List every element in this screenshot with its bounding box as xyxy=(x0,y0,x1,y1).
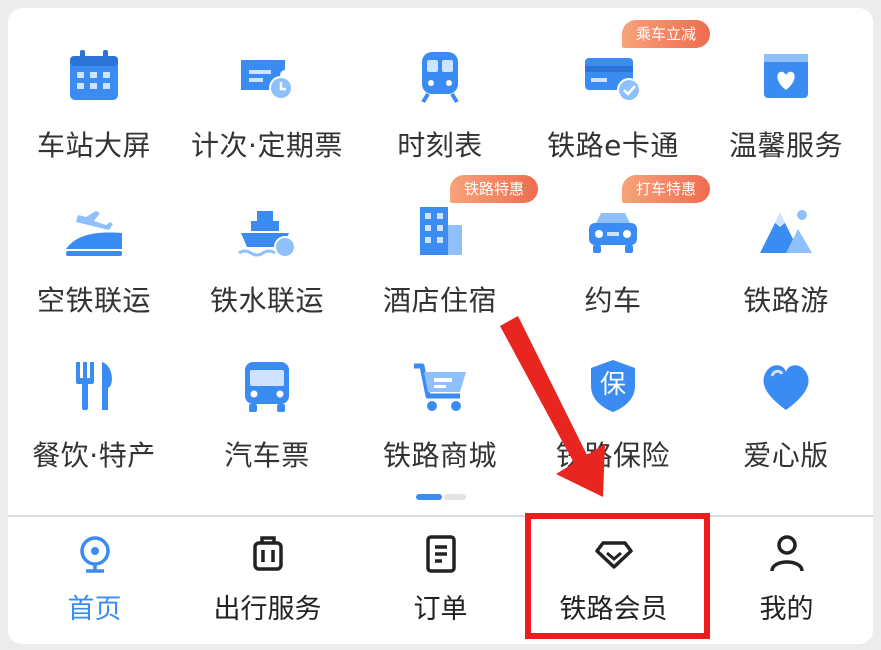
service-label: 计次·定期票 xyxy=(191,129,343,162)
service-warm-service[interactable]: 温馨服务 xyxy=(700,8,872,162)
page-dot xyxy=(444,494,466,500)
rail-card-icon xyxy=(581,46,645,106)
service-label: 铁路保险 xyxy=(555,439,670,472)
service-pass-ticket[interactable]: 计次·定期票 xyxy=(181,8,353,162)
service-label: 铁路商城 xyxy=(382,439,497,472)
tab-travel-services[interactable]: 出行服务 xyxy=(181,517,354,644)
tab-orders[interactable]: 订单 xyxy=(354,517,527,644)
service-timetable[interactable]: 时刻表 xyxy=(354,8,526,162)
service-label: 铁水联运 xyxy=(209,284,324,317)
service-label: 铁路游 xyxy=(743,284,829,317)
bus-icon xyxy=(235,356,299,416)
train-front-icon xyxy=(408,46,472,106)
tab-mine[interactable]: 我的 xyxy=(700,517,873,644)
order-doc-icon xyxy=(425,535,456,573)
ship-icon xyxy=(235,201,299,261)
promo-badge: 乘车立减 xyxy=(622,20,711,48)
diamond-icon xyxy=(594,541,633,569)
service-food-specialty[interactable]: 餐饮·特产 xyxy=(8,318,180,472)
service-label: 汽车票 xyxy=(224,439,310,472)
page-indicator xyxy=(416,494,468,500)
tab-label: 订单 xyxy=(413,594,468,625)
hotel-building-icon xyxy=(408,201,472,261)
tab-label: 铁路会员 xyxy=(559,594,668,625)
ticket-clock-icon xyxy=(235,46,299,106)
service-care-mode[interactable]: 爱心版 xyxy=(700,318,872,472)
service-label: 酒店住宿 xyxy=(382,284,497,317)
service-label: 餐饮·特产 xyxy=(32,439,156,472)
calendar-icon xyxy=(62,46,126,106)
fork-knife-icon xyxy=(62,356,126,416)
promo-badge: 铁路特惠 xyxy=(450,175,539,203)
shopping-cart-icon xyxy=(408,356,472,416)
service-rail-tour[interactable]: 铁路游 xyxy=(700,163,872,317)
shield-bao-icon: 保 xyxy=(581,356,645,416)
mountain-icon xyxy=(754,201,818,261)
heart-box-icon xyxy=(754,46,818,106)
service-rail-insurance[interactable]: 保 铁路保险 xyxy=(527,318,699,472)
service-label: 温馨服务 xyxy=(728,129,843,162)
service-label: 爱心版 xyxy=(743,439,829,472)
luggage-icon xyxy=(252,536,283,571)
service-grid: 车站大屏 计次·定期票 时刻表 铁路e卡通 温馨服务 空铁联运 铁水联运 酒店住… xyxy=(8,8,873,513)
page-dot-active xyxy=(416,494,442,500)
service-label: 约车 xyxy=(584,284,642,317)
home-train-icon xyxy=(79,536,110,573)
heart-icon xyxy=(754,356,818,416)
service-label: 车站大屏 xyxy=(36,129,151,162)
bottom-tab-bar: 首页 出行服务 订单 铁路会员 我的 xyxy=(8,515,873,644)
app-screen: 车站大屏 计次·定期票 时刻表 铁路e卡通 温馨服务 空铁联运 铁水联运 酒店住… xyxy=(8,8,873,644)
service-label: 空铁联运 xyxy=(36,284,151,317)
service-label: 铁路e卡通 xyxy=(547,129,679,162)
service-label: 时刻表 xyxy=(397,129,483,162)
service-bus-ticket[interactable]: 汽车票 xyxy=(181,318,353,472)
tab-home[interactable]: 首页 xyxy=(8,517,181,644)
service-air-rail[interactable]: 空铁联运 xyxy=(8,163,180,317)
service-rail-mall[interactable]: 铁路商城 xyxy=(354,318,526,472)
shield-glyph: 保 xyxy=(599,370,626,400)
plane-train-icon xyxy=(62,201,126,261)
promo-badge: 打车特惠 xyxy=(622,175,711,203)
tab-label: 我的 xyxy=(759,594,814,625)
user-icon xyxy=(769,535,804,572)
tab-label: 首页 xyxy=(67,594,122,625)
service-rail-water[interactable]: 铁水联运 xyxy=(181,163,353,317)
service-station-screen[interactable]: 车站大屏 xyxy=(8,8,180,162)
car-icon xyxy=(581,201,645,261)
tab-label: 出行服务 xyxy=(213,594,322,625)
tab-rail-membership[interactable]: 铁路会员 xyxy=(527,517,700,644)
